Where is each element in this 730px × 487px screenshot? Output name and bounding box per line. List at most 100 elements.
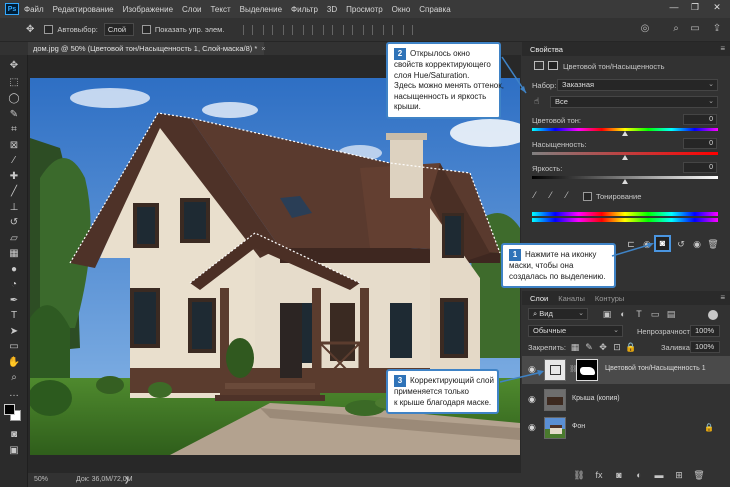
autoselect-select[interactable]: Слой (103, 23, 134, 36)
filter-adjustment-icon[interactable]: ◐ (616, 307, 630, 321)
layer-filter-select[interactable]: ⌕ Вид ⌄ (528, 308, 588, 320)
align-left-icon[interactable] (243, 24, 254, 35)
crop-icon[interactable]: ⌗ (6, 123, 22, 137)
new-adjustment-icon[interactable]: ◐ (632, 468, 646, 482)
menu-type[interactable]: Текст (210, 5, 230, 14)
lock-all-icon[interactable]: 🔒 (624, 340, 638, 354)
menu-view[interactable]: Просмотр (346, 5, 383, 14)
shape-icon[interactable]: ▭ (6, 340, 22, 354)
menu-file[interactable]: Файл (24, 5, 44, 14)
layer-name[interactable]: Цветовой тон/Насыщенность 1 (605, 365, 706, 372)
link-layers-icon[interactable]: ⛓ (572, 468, 586, 482)
search-icon[interactable]: ⌕ (669, 23, 683, 37)
filter-toggle[interactable] (708, 310, 718, 320)
distribute-h-icon[interactable] (383, 24, 394, 35)
new-layer-icon[interactable]: ⊞ (672, 468, 686, 482)
eye-icon[interactable]: ◉ (528, 394, 536, 405)
align-top-icon[interactable] (303, 24, 314, 35)
menu-window[interactable]: Окно (392, 5, 411, 14)
type-icon[interactable]: T (6, 309, 22, 323)
eyedropper-plus-icon[interactable]: ⁄ (550, 190, 552, 200)
move-tool-icon[interactable]: ✥ (26, 24, 34, 35)
visibility-icon[interactable]: ◉ (690, 237, 704, 251)
brush-icon[interactable]: ╱ (6, 185, 22, 199)
menu-select[interactable]: Выделение (240, 5, 282, 14)
status-arrow-icon[interactable]: ❯ (124, 476, 130, 484)
photoshop-logo[interactable]: Ps (5, 3, 19, 15)
frame-icon[interactable]: ⊠ (6, 139, 22, 153)
distribute-icon[interactable] (363, 24, 374, 35)
align-middle-icon[interactable] (323, 24, 334, 35)
hand-icon[interactable]: ✋ (6, 356, 22, 370)
eyedropper-icon[interactable]: ⁄ (6, 154, 22, 168)
reset-icon[interactable]: ↺ (674, 237, 688, 251)
layer-name[interactable]: Крыша (копия) (572, 395, 620, 402)
3d-mode-icon[interactable]: ◎ (638, 23, 652, 37)
quick-mask-icon[interactable]: ◙ (6, 428, 22, 442)
lock-transparency-icon[interactable]: ▦ (568, 340, 582, 354)
lock-artboard-icon[interactable]: ⊡ (610, 340, 624, 354)
blur-icon[interactable]: ● (6, 263, 22, 277)
stamp-icon[interactable]: ⊥ (6, 201, 22, 215)
marquee-icon[interactable]: ⬚ (6, 76, 22, 90)
menu-help[interactable]: Справка (419, 5, 450, 14)
restore-icon[interactable]: ❐ (686, 0, 704, 14)
fill-input[interactable]: 100% (690, 341, 720, 353)
saturation-value[interactable]: 0 (683, 138, 717, 149)
new-group-icon[interactable]: ▬ (652, 468, 666, 482)
blend-mode-select[interactable]: Обычные ⌄ (528, 325, 623, 337)
delete-adjustment-icon[interactable]: 🗑 (706, 237, 720, 251)
zoom-icon[interactable]: ⌕ (6, 371, 22, 385)
quick-select-icon[interactable]: ✎ (6, 108, 22, 122)
autoselect-checkbox[interactable] (44, 25, 54, 34)
filter-pixel-icon[interactable]: ▣ (600, 307, 614, 321)
layer-row-background[interactable]: ◉ Фон 🔒 (522, 414, 730, 442)
layers-menu-icon[interactable]: ≡ (720, 293, 725, 302)
menu-image[interactable]: Изображение (123, 5, 173, 14)
hue-slider-thumb[interactable] (622, 131, 628, 136)
hue-value[interactable]: 0 (683, 114, 717, 125)
path-select-icon[interactable]: ➤ (6, 325, 22, 339)
distribute-v-icon[interactable] (403, 24, 414, 35)
more-tools-icon[interactable]: … (6, 387, 22, 401)
eraser-icon[interactable]: ▱ (6, 232, 22, 246)
layer-row-hue-saturation[interactable]: ◉ ⛓ Цветовой тон/Насыщенность 1 (522, 356, 730, 384)
targeted-adjust-icon[interactable]: ☝ (534, 96, 539, 107)
layer-style-icon[interactable]: fx (592, 468, 606, 482)
opacity-input[interactable]: 100% (690, 325, 720, 337)
saturation-slider-thumb[interactable] (622, 155, 628, 160)
eyedropper-icon[interactable]: ⁄ (534, 190, 536, 200)
filter-type-icon[interactable]: T (632, 307, 646, 321)
gradient-icon[interactable]: ▦ (6, 247, 22, 261)
eyedropper-minus-icon[interactable]: ⁄ (566, 190, 568, 200)
move-icon[interactable]: ✥ (6, 59, 22, 73)
lock-position-icon[interactable]: ✥ (596, 340, 610, 354)
colorize-checkbox[interactable] (583, 192, 592, 201)
menu-layers[interactable]: Слои (182, 5, 201, 14)
layer-name[interactable]: Фон (572, 423, 585, 430)
channel-select[interactable]: Все ⌄ (550, 96, 718, 108)
eye-icon[interactable]: ◉ (528, 422, 536, 433)
close-tab-icon[interactable]: × (261, 44, 265, 53)
filter-smart-icon[interactable]: ▤ (664, 307, 678, 321)
menu-edit[interactable]: Редактирование (53, 5, 114, 14)
close-window-icon[interactable]: ✕ (708, 0, 726, 14)
preset-select[interactable]: Заказная ⌄ (557, 79, 718, 91)
foreground-color[interactable] (4, 404, 15, 415)
align-bottom-icon[interactable] (343, 24, 354, 35)
pen-icon[interactable]: ✒ (6, 294, 22, 308)
layer-mask-thumbnail[interactable] (576, 359, 598, 381)
add-layer-mask-icon[interactable]: ◙ (612, 468, 626, 482)
filter-shape-icon[interactable]: ▭ (648, 307, 662, 321)
workspace-icon[interactable]: ▭ (688, 23, 702, 37)
align-right-icon[interactable] (283, 24, 294, 35)
menu-3d[interactable]: 3D (327, 5, 337, 14)
zoom-level[interactable]: 50% (34, 476, 48, 483)
lightness-value[interactable]: 0 (683, 162, 717, 173)
delete-layer-icon[interactable]: 🗑 (692, 468, 706, 482)
minimize-icon[interactable]: — (665, 0, 683, 14)
align-center-icon[interactable] (263, 24, 274, 35)
properties-menu-icon[interactable]: ≡ (720, 44, 725, 53)
lightness-slider-thumb[interactable] (622, 179, 628, 184)
layer-row-roof-copy[interactable]: ◉ Крыша (копия) (522, 386, 730, 414)
